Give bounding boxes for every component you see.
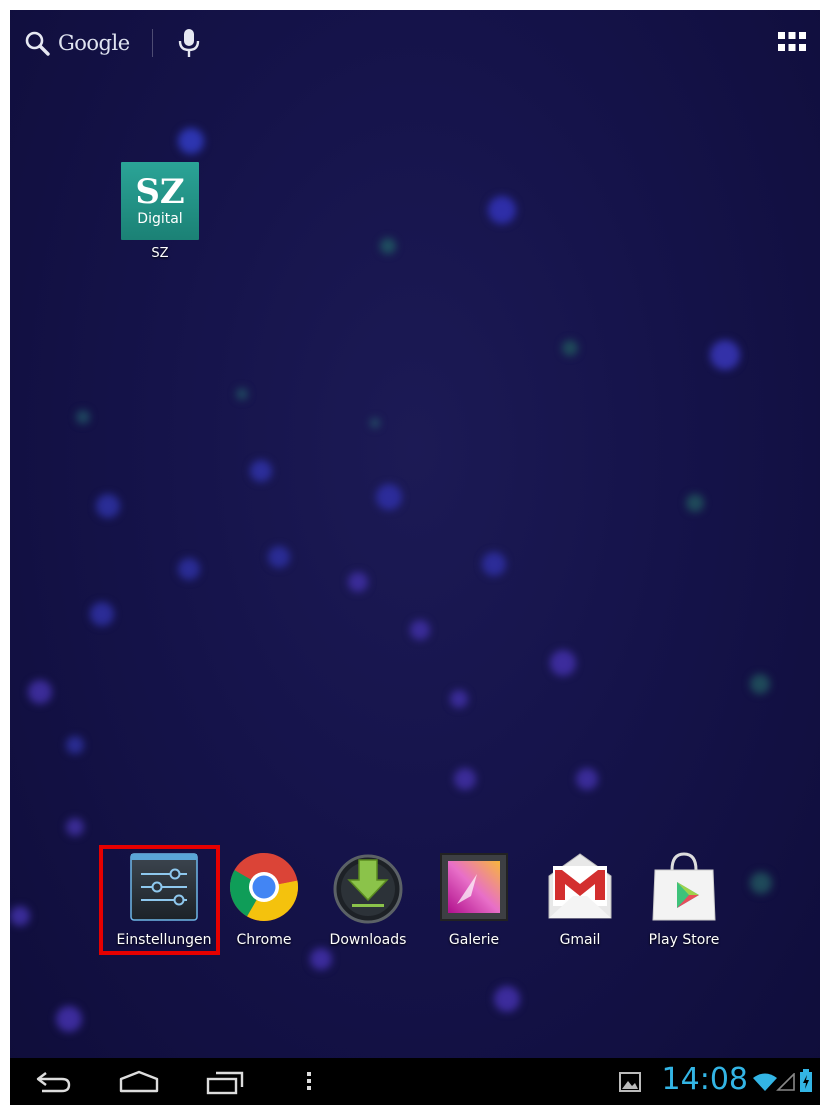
play-store-label: Play Store bbox=[648, 932, 720, 948]
wallpaper-dot bbox=[236, 388, 248, 400]
all-apps-icon[interactable] bbox=[778, 32, 806, 52]
wallpaper-dot bbox=[268, 546, 290, 568]
wallpaper-dot bbox=[488, 196, 516, 224]
wifi-icon bbox=[753, 1073, 777, 1091]
screenshot-notification-icon[interactable] bbox=[619, 1072, 641, 1092]
wallpaper-dot bbox=[310, 948, 332, 970]
wallpaper-dot bbox=[550, 650, 576, 676]
wallpaper-dot bbox=[76, 410, 90, 424]
wallpaper-dot bbox=[710, 340, 740, 370]
wallpaper-dot bbox=[10, 906, 30, 926]
wallpaper-dot bbox=[90, 602, 114, 626]
battery-charging-icon bbox=[800, 1069, 812, 1092]
google-search-bar[interactable]: Google bbox=[24, 28, 201, 58]
signal-icon bbox=[776, 1073, 795, 1091]
sz-logo-subtext: Digital bbox=[137, 211, 183, 227]
navigation-bar: 14:08 bbox=[10, 1058, 820, 1105]
wallpaper-dot bbox=[96, 494, 120, 518]
downloads-icon bbox=[333, 854, 403, 924]
wallpaper-dot bbox=[66, 818, 84, 836]
dock-item-downloads[interactable]: Downloads bbox=[318, 850, 418, 948]
wallpaper-dot bbox=[178, 128, 204, 154]
search-divider bbox=[151, 29, 153, 57]
home-icon[interactable] bbox=[118, 1069, 160, 1093]
wallpaper-dot bbox=[482, 552, 506, 576]
wallpaper-dot bbox=[686, 494, 704, 512]
wallpaper-dot bbox=[410, 620, 430, 640]
chrome-label: Chrome bbox=[236, 932, 292, 948]
recent-apps-icon[interactable] bbox=[206, 1069, 244, 1095]
google-search-label: Google bbox=[58, 31, 130, 55]
play-store-icon bbox=[652, 852, 716, 921]
chrome-icon bbox=[229, 852, 299, 921]
sz-logo-text: SZ bbox=[135, 172, 185, 212]
wallpaper-dot bbox=[376, 484, 402, 510]
dock-item-gmail[interactable]: Gmail bbox=[530, 850, 630, 948]
wallpaper-dot bbox=[250, 460, 272, 482]
wallpaper-dot bbox=[348, 572, 368, 592]
wallpaper-dot bbox=[178, 558, 200, 580]
wallpaper-dot bbox=[66, 736, 84, 754]
wallpaper-dot bbox=[562, 340, 578, 356]
gmail-label: Gmail bbox=[559, 932, 601, 948]
status-clock[interactable]: 14:08 bbox=[662, 1062, 748, 1097]
gallery-icon bbox=[440, 853, 508, 921]
dock-item-play-store[interactable]: Play Store bbox=[634, 850, 734, 948]
sz-app-shortcut[interactable]: SZ Digital SZ bbox=[120, 162, 200, 261]
menu-icon[interactable] bbox=[305, 1069, 313, 1093]
wallpaper-dot bbox=[56, 1006, 82, 1032]
wallpaper-dot bbox=[370, 418, 380, 428]
wallpaper-dot bbox=[454, 768, 476, 790]
home-screen: Google SZ Digital SZ Einstellungen Chrom… bbox=[10, 10, 820, 1105]
wallpaper-dot bbox=[750, 674, 770, 694]
dock-item-chrome[interactable]: Chrome bbox=[214, 850, 314, 948]
sz-digital-icon: SZ Digital bbox=[121, 162, 199, 240]
wallpaper-dot bbox=[28, 680, 52, 704]
mic-icon[interactable] bbox=[177, 28, 201, 58]
downloads-label: Downloads bbox=[329, 932, 407, 948]
dock-item-galerie[interactable]: Galerie bbox=[424, 850, 524, 948]
back-icon[interactable] bbox=[34, 1069, 72, 1093]
highlight-box bbox=[99, 845, 220, 955]
search-icon bbox=[25, 31, 50, 56]
gmail-icon bbox=[548, 853, 612, 919]
galerie-label: Galerie bbox=[448, 932, 500, 948]
wallpaper-dot bbox=[380, 238, 396, 254]
sz-label: SZ bbox=[151, 246, 169, 261]
wallpaper-dot bbox=[750, 872, 772, 894]
wallpaper-dot bbox=[450, 690, 468, 708]
wallpaper-dot bbox=[494, 986, 520, 1012]
wallpaper-dot bbox=[576, 768, 598, 790]
